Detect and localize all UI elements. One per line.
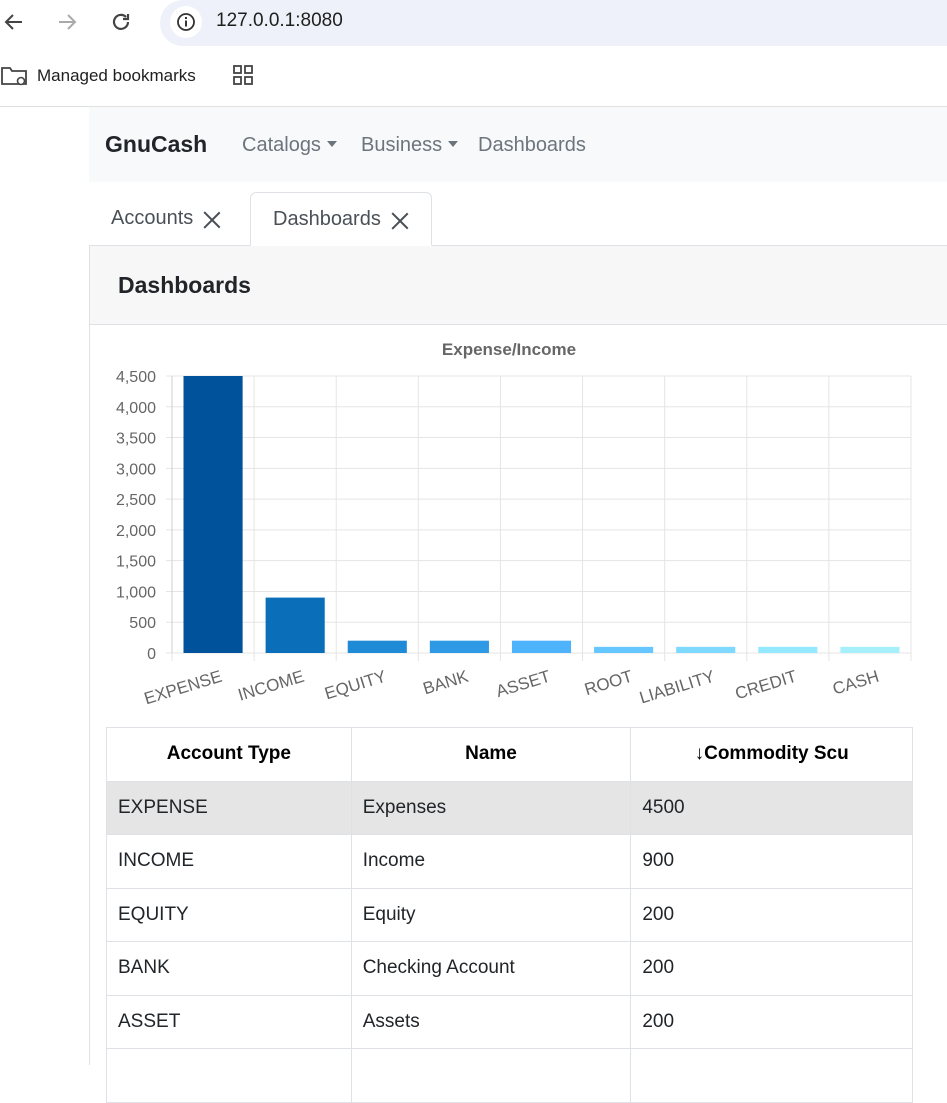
y-tick-label: 2,500 [116,492,156,509]
cell-account-type: ASSET [106,994,352,1049]
x-tick-label: ASSET [494,667,553,701]
table-row[interactable]: EQUITY Equity 200 [106,887,913,942]
table-row[interactable]: INCOME Income 900 [106,834,913,889]
y-tick-label: 1,500 [116,554,156,571]
url-text[interactable]: 127.0.0.1:8080 [216,10,343,32]
column-header-commodity-scu[interactable]: ↓Commodity Scu [630,727,913,782]
bar-equity [347,640,407,653]
cell-commodity-scu: 200 [630,941,913,996]
y-tick-label: 500 [129,615,156,632]
column-header-name[interactable]: Name [350,727,632,782]
managed-folder-icon[interactable] [0,64,30,92]
reload-icon[interactable] [107,8,135,36]
bookmarks-bar: Managed bookmarks [0,56,947,98]
brand-logo[interactable]: GnuCash [105,131,207,158]
x-tick-label: ROOT [582,667,635,700]
cell-account-type: BANK [106,941,352,996]
bar-income [265,597,325,653]
cell-commodity-scu: 4500 [630,780,913,835]
nav-catalogs[interactable]: Catalogs [242,134,337,157]
x-tick-label: EQUITY [322,667,388,704]
app-navbar: GnuCash Catalogs Business Dashboards [89,107,947,182]
expense-income-chart: Expense/Income 0 500 1,000 1,500 2,000 2,500 3,… [116,340,912,709]
table-row[interactable] [106,1048,913,1103]
tab-dashboards-label: Dashboards [273,208,381,230]
cell-commodity-scu: 200 [630,887,913,942]
tab-accounts[interactable]: Accounts [89,192,243,246]
y-tick-label: 4,000 [116,400,156,417]
bar-liability [676,646,736,653]
x-tick-label: LIABILITY [637,667,717,708]
tab-accounts-label: Accounts [111,207,194,229]
cell-commodity-scu: 200 [630,994,913,1049]
chevron-down-icon [448,141,459,147]
managed-bookmarks-label[interactable]: Managed bookmarks [37,66,196,86]
nav-dashboards[interactable]: Dashboards [478,134,586,157]
cell-account-type: INCOME [106,834,352,889]
nav-business[interactable]: Business [361,134,459,157]
forward-icon[interactable] [53,8,81,36]
cell-account-type: EQUITY [106,887,352,942]
tab-dashboards[interactable]: Dashboards [250,192,432,246]
bar-asset [511,640,572,653]
cell-commodity-scu [630,1048,913,1103]
bar-root [594,646,654,653]
table-row[interactable]: BANK Checking Account 200 [106,941,913,996]
x-tick-label: INCOME [236,667,307,705]
card-header: Dashboards [90,246,947,325]
chevron-down-icon [326,141,337,147]
y-tick-label: 1,000 [116,584,156,601]
y-tick-label: 4,500 [116,369,156,386]
column-header-account-type[interactable]: Account Type [106,727,352,782]
accounts-table: Account Type Name ↓Commodity Scu EXPENSE… [106,727,913,1103]
cell-account-type: EXPENSE [106,780,352,835]
x-tick-label: CASH [830,667,881,699]
y-tick-label: 3,500 [116,431,156,448]
browser-toolbar: 127.0.0.1:8080 [0,0,947,46]
x-tick-label: EXPENSE [142,667,224,709]
table-header-row: Account Type Name ↓Commodity Scu [106,727,913,782]
bar-credit [758,646,818,653]
site-info-icon[interactable] [170,6,202,38]
cell-name: Expenses [350,780,632,835]
bar-cash [840,646,900,653]
chart-title: Expense/Income [442,340,576,359]
close-icon[interactable] [203,210,221,228]
y-tick-label: 3,000 [116,461,156,478]
apps-grid-icon[interactable] [232,64,254,90]
cell-name: Income [350,834,632,889]
bar-bank [429,640,489,653]
cell-name: Checking Account [350,941,632,996]
x-tick-label: CREDIT [733,667,799,704]
back-icon[interactable] [0,8,28,36]
table-row[interactable]: EXPENSE Expenses 4500 [106,780,913,835]
table-row[interactable]: ASSET Assets 200 [106,994,913,1049]
cell-account-type [106,1048,352,1103]
cell-name: Assets [350,994,632,1049]
x-tick-label: BANK [421,666,471,698]
y-tick-label: 0 [147,646,156,663]
y-tick-label: 2,000 [116,523,156,540]
cell-commodity-scu: 900 [630,834,913,889]
cell-name [350,1048,632,1103]
page-title: Dashboards [118,272,251,298]
nav-catalogs-label: Catalogs [242,134,321,156]
close-icon[interactable] [391,211,409,229]
bar-expense [183,376,243,653]
nav-business-label: Business [361,134,443,156]
cell-name: Equity [350,887,632,942]
